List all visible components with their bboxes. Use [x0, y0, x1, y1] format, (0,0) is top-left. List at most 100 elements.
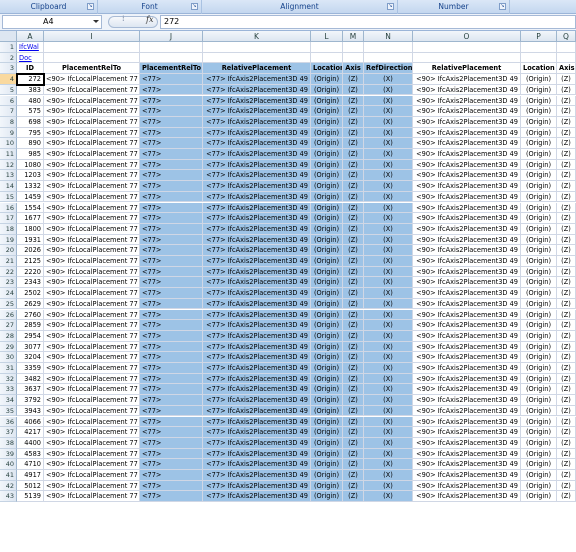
column-header-o[interactable]: O — [413, 31, 521, 42]
ref-direction-cell[interactable]: (X) — [364, 74, 413, 85]
row-header[interactable]: 8 — [0, 116, 17, 128]
placement-rel-to-ref-cell[interactable]: <77> — [140, 277, 203, 289]
placement-rel-to-ref-cell[interactable]: <77> — [140, 245, 203, 256]
axis-cell[interactable]: (Z) — [557, 309, 576, 321]
relative-placement-cell[interactable]: <90> IfcAxis2Placement3D 49 — [413, 266, 521, 278]
placement-rel-to-cell[interactable]: <90> IfcLocalPlacement 77 — [44, 223, 140, 235]
relative-placement-cell[interactable]: <77> IfcAxis2Placement3D 49 — [203, 213, 311, 224]
ref-direction-cell[interactable]: (X) — [364, 352, 413, 363]
location-cell[interactable]: (Origin) — [521, 352, 557, 363]
placement-rel-to-cell[interactable]: <90> IfcLocalPlacement 77 — [44, 491, 140, 503]
ref-direction-cell[interactable]: (X) — [364, 320, 413, 331]
relative-placement-cell[interactable]: <90> IfcAxis2Placement3D 49 — [413, 213, 521, 224]
location-cell[interactable]: (Origin) — [311, 138, 343, 149]
location-cell[interactable]: (Origin) — [521, 459, 557, 470]
placement-rel-to-cell[interactable]: <90> IfcLocalPlacement 77 — [44, 437, 140, 449]
insert-function-icon[interactable]: fx — [146, 15, 153, 24]
placement-rel-to-cell[interactable]: <90> IfcLocalPlacement 77 — [44, 341, 140, 353]
placement-rel-to-cell[interactable]: <90> IfcLocalPlacement 77 — [44, 127, 140, 139]
column-header-a[interactable]: A — [17, 31, 44, 42]
axis-cell[interactable]: (Z) — [557, 74, 576, 85]
axis-cell[interactable]: (Z) — [557, 448, 576, 460]
axis-cell[interactable]: (Z) — [557, 363, 576, 374]
axis-cell[interactable]: (Z) — [343, 480, 364, 492]
location-cell[interactable]: (Origin) — [311, 266, 343, 278]
location-cell[interactable]: (Origin) — [311, 373, 343, 385]
row-header[interactable]: 26 — [0, 309, 17, 321]
location-cell[interactable]: (Origin) — [521, 330, 557, 342]
column-title[interactable]: RelativePlacement — [413, 63, 521, 75]
relative-placement-cell[interactable]: <90> IfcAxis2Placement3D 49 — [413, 341, 521, 353]
axis-cell[interactable]: (Z) — [343, 341, 364, 353]
location-cell[interactable]: (Origin) — [311, 341, 343, 353]
ref-direction-cell[interactable]: (X) — [364, 491, 413, 503]
relative-placement-cell[interactable]: <77> IfcAxis2Placement3D 49 — [203, 223, 311, 235]
axis-cell[interactable]: (Z) — [343, 288, 364, 299]
placement-rel-to-cell[interactable]: <90> IfcLocalPlacement 77 — [44, 309, 140, 321]
placement-rel-to-ref-cell[interactable]: <77> — [140, 309, 203, 321]
ref-direction-cell[interactable]: (X) — [364, 480, 413, 492]
spreadsheet-grid[interactable]: A I J K L M N O P Q 1 IfcWal 2 Doc 3 ID PlacementRelTo Pl… — [0, 31, 576, 552]
row-header[interactable]: 21 — [0, 256, 17, 267]
ref-direction-cell[interactable]: (X) — [364, 223, 413, 235]
placement-rel-to-ref-cell[interactable]: <77> — [140, 437, 203, 449]
relative-placement-cell[interactable]: <90> IfcAxis2Placement3D 49 — [413, 159, 521, 171]
ref-direction-cell[interactable]: (X) — [364, 427, 413, 438]
axis-cell[interactable]: (Z) — [557, 320, 576, 331]
grid-cell[interactable] — [413, 52, 521, 64]
location-cell[interactable]: (Origin) — [521, 416, 557, 428]
location-cell[interactable]: (Origin) — [311, 149, 343, 160]
location-cell[interactable]: (Origin) — [521, 427, 557, 438]
axis-cell[interactable]: (Z) — [557, 127, 576, 139]
axis-cell[interactable]: (Z) — [343, 106, 364, 117]
relative-placement-cell[interactable]: <90> IfcAxis2Placement3D 49 — [413, 459, 521, 470]
grid-cell[interactable] — [413, 42, 521, 53]
placement-rel-to-ref-cell[interactable]: <77> — [140, 95, 203, 107]
ref-direction-cell[interactable]: (X) — [364, 106, 413, 117]
row-header[interactable]: 36 — [0, 416, 17, 428]
grid-cell[interactable] — [203, 42, 311, 53]
placement-rel-to-cell[interactable]: <90> IfcLocalPlacement 77 — [44, 320, 140, 331]
relative-placement-cell[interactable]: <77> IfcAxis2Placement3D 49 — [203, 437, 311, 449]
id-cell[interactable]: 5012 — [17, 480, 44, 492]
location-cell[interactable]: (Origin) — [521, 170, 557, 182]
relative-placement-cell[interactable]: <90> IfcAxis2Placement3D 49 — [413, 352, 521, 363]
relative-placement-cell[interactable]: <77> IfcAxis2Placement3D 49 — [203, 116, 311, 128]
id-cell[interactable]: 4400 — [17, 437, 44, 449]
axis-cell[interactable]: (Z) — [557, 213, 576, 224]
relative-placement-cell[interactable]: <90> IfcAxis2Placement3D 49 — [413, 373, 521, 385]
row-header[interactable]: 14 — [0, 181, 17, 192]
dialog-launcher-icon[interactable]: ↘ — [87, 3, 94, 10]
row-header[interactable]: 6 — [0, 95, 17, 107]
placement-rel-to-ref-cell[interactable]: <77> — [140, 266, 203, 278]
column-title[interactable]: Axis — [343, 63, 364, 75]
ref-direction-cell[interactable]: (X) — [364, 234, 413, 246]
axis-cell[interactable]: (Z) — [343, 405, 364, 417]
axis-cell[interactable]: (Z) — [557, 384, 576, 396]
ref-direction-cell[interactable]: (X) — [364, 288, 413, 299]
axis-cell[interactable]: (Z) — [343, 363, 364, 374]
column-header-k[interactable]: K — [203, 31, 311, 42]
location-cell[interactable]: (Origin) — [521, 256, 557, 267]
placement-rel-to-ref-cell[interactable]: <77> — [140, 181, 203, 192]
row-header[interactable]: 30 — [0, 352, 17, 363]
row-header[interactable]: 13 — [0, 170, 17, 182]
row-header[interactable]: 41 — [0, 470, 17, 481]
ref-direction-cell[interactable]: (X) — [364, 202, 413, 214]
row-header[interactable]: 5 — [0, 84, 17, 96]
ref-direction-cell[interactable]: (X) — [364, 298, 413, 310]
id-cell[interactable]: 1931 — [17, 234, 44, 246]
location-cell[interactable]: (Origin) — [521, 341, 557, 353]
column-header-i[interactable]: I — [44, 31, 140, 42]
placement-rel-to-cell[interactable]: <90> IfcLocalPlacement 77 — [44, 149, 140, 160]
placement-rel-to-ref-cell[interactable]: <77> — [140, 106, 203, 117]
placement-rel-to-ref-cell[interactable]: <77> — [140, 491, 203, 503]
placement-rel-to-cell[interactable]: <90> IfcLocalPlacement 77 — [44, 298, 140, 310]
ref-direction-cell[interactable]: (X) — [364, 459, 413, 470]
location-cell[interactable]: (Origin) — [311, 159, 343, 171]
id-cell[interactable]: 1554 — [17, 202, 44, 214]
location-cell[interactable]: (Origin) — [311, 170, 343, 182]
axis-cell[interactable]: (Z) — [557, 159, 576, 171]
axis-cell[interactable]: (Z) — [557, 266, 576, 278]
id-cell[interactable]: 3482 — [17, 373, 44, 385]
